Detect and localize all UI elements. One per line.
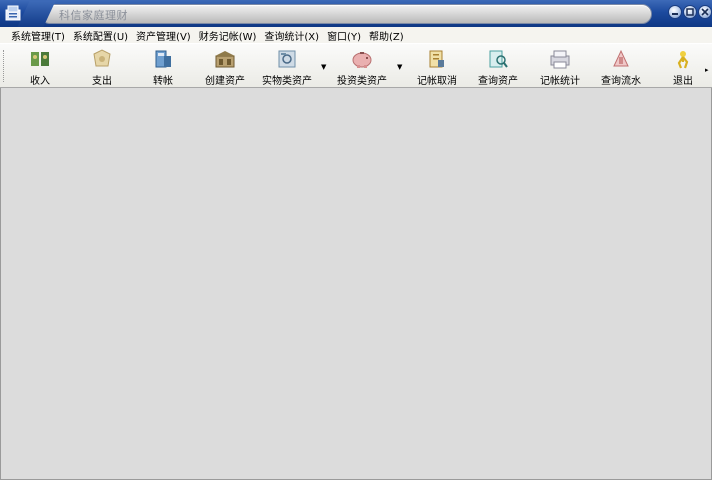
physical-asset-button[interactable]: 实物类资产: [259, 46, 315, 87]
query-flow-icon: [609, 48, 633, 70]
transfer-button[interactable]: 转帐: [145, 46, 181, 87]
toolbar-overflow-arrow[interactable]: ▸: [705, 66, 709, 74]
query-asset-icon: [486, 48, 510, 70]
menu-help[interactable]: 帮助(Z): [369, 28, 404, 43]
query-asset-button[interactable]: 查询资产: [474, 46, 522, 87]
physical-asset-dropdown-arrow[interactable]: ▼: [321, 63, 326, 71]
exit-button[interactable]: 退出: [666, 46, 700, 87]
exit-icon: [671, 48, 695, 70]
expense-button[interactable]: 支出: [84, 46, 120, 87]
cancel-entry-button[interactable]: 记帐取消: [414, 46, 460, 87]
statistics-button[interactable]: 记帐统计: [537, 46, 583, 87]
menu-system-config[interactable]: 系统配置(U): [73, 28, 128, 43]
cancel-entry-icon: [425, 48, 449, 70]
create-asset-icon: [213, 48, 237, 70]
create-asset-button[interactable]: 创建资产: [202, 46, 248, 87]
menu-asset-management[interactable]: 资产管理(V): [136, 28, 191, 43]
toolbar-grip[interactable]: [3, 50, 7, 82]
maximize-button[interactable]: [683, 5, 697, 19]
mdi-workspace[interactable]: [0, 88, 712, 480]
investment-asset-button[interactable]: 投资类资产: [334, 46, 390, 87]
query-flow-button[interactable]: 查询流水: [598, 46, 644, 87]
minimize-button[interactable]: [668, 5, 682, 19]
title-bar: 科信家庭理财: [0, 0, 712, 28]
income-icon: [28, 48, 52, 70]
menu-window[interactable]: 窗口(Y): [327, 28, 361, 43]
menu-system-management[interactable]: 系统管理(T): [11, 28, 65, 43]
menu-bar: 系统管理(T) 系统配置(U) 资产管理(V) 财务记帐(W) 查询统计(X) …: [0, 27, 712, 43]
statistics-icon: [548, 48, 572, 70]
menu-query-statistics[interactable]: 查询统计(X): [264, 28, 319, 43]
title-capsule: 科信家庭理财: [40, 4, 652, 24]
income-button[interactable]: 收入: [22, 46, 58, 87]
investment-asset-dropdown-arrow[interactable]: ▼: [397, 63, 402, 71]
transfer-icon: [151, 48, 175, 70]
menu-finance-bookkeeping[interactable]: 财务记帐(W): [199, 28, 257, 43]
close-button[interactable]: [698, 5, 712, 19]
expense-icon: [90, 48, 114, 70]
piggy-bank-icon: [350, 48, 374, 70]
window-title: 科信家庭理财: [59, 9, 128, 22]
physical-asset-icon: [275, 48, 299, 70]
toolbar: 收入 支出 转帐 创建资产 实物类资产 ▼ 投资类资产 ▼ 记帐取消 查询资产 …: [0, 43, 712, 88]
